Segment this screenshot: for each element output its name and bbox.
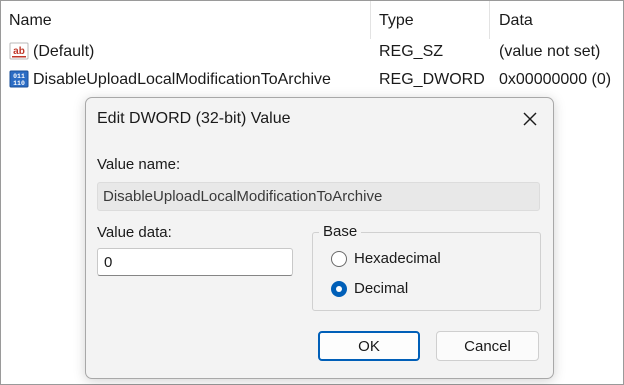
value-name-label: Value name: — [97, 156, 181, 173]
svg-text:011: 011 — [13, 73, 25, 80]
value-name: (Default) — [33, 43, 95, 60]
list-item[interactable]: 011 110 DisableUploadLocalModificationTo… — [1, 67, 623, 93]
value-type: REG_DWORD — [379, 71, 485, 88]
radio-checked[interactable] — [331, 281, 347, 297]
value-type: REG_SZ — [379, 43, 444, 60]
binary-value-icon: 011 110 — [9, 70, 29, 88]
svg-text:ab: ab — [13, 46, 25, 57]
column-divider[interactable] — [489, 1, 490, 39]
column-header-name[interactable]: Name — [9, 12, 52, 30]
value-name: DisableUploadLocalModificationToArchive — [33, 71, 331, 88]
decimal-label: Decimal — [354, 280, 409, 297]
value-data: (value not set) — [499, 43, 601, 60]
ok-button[interactable]: OK — [318, 331, 420, 361]
value-data-input[interactable] — [97, 248, 293, 276]
list-header: Name Type Data — [1, 1, 623, 39]
value-data: 0x00000000 (0) — [499, 71, 612, 88]
column-header-data[interactable]: Data — [499, 12, 533, 30]
svg-text:110: 110 — [13, 80, 25, 87]
edit-dword-dialog: Edit DWORD (32-bit) Value Value name: Di… — [85, 97, 554, 379]
column-divider[interactable] — [370, 1, 371, 39]
list-item[interactable]: ab (Default) REG_SZ (value not set) — [1, 39, 623, 65]
radio-unchecked[interactable] — [331, 251, 347, 267]
hexadecimal-label: Hexadecimal — [354, 250, 441, 267]
base-groupbox — [312, 232, 541, 311]
value-name-text: DisableUploadLocalModificationToArchive — [103, 188, 383, 205]
dialog-title: Edit DWORD (32-bit) Value — [97, 110, 291, 127]
value-data-label: Value data: — [97, 224, 172, 241]
base-label: Base — [319, 223, 362, 240]
close-icon[interactable] — [517, 106, 543, 132]
string-value-icon: ab — [9, 42, 29, 60]
value-name-field: DisableUploadLocalModificationToArchive — [97, 182, 540, 211]
cancel-button[interactable]: Cancel — [436, 331, 539, 361]
column-header-type[interactable]: Type — [379, 12, 414, 30]
